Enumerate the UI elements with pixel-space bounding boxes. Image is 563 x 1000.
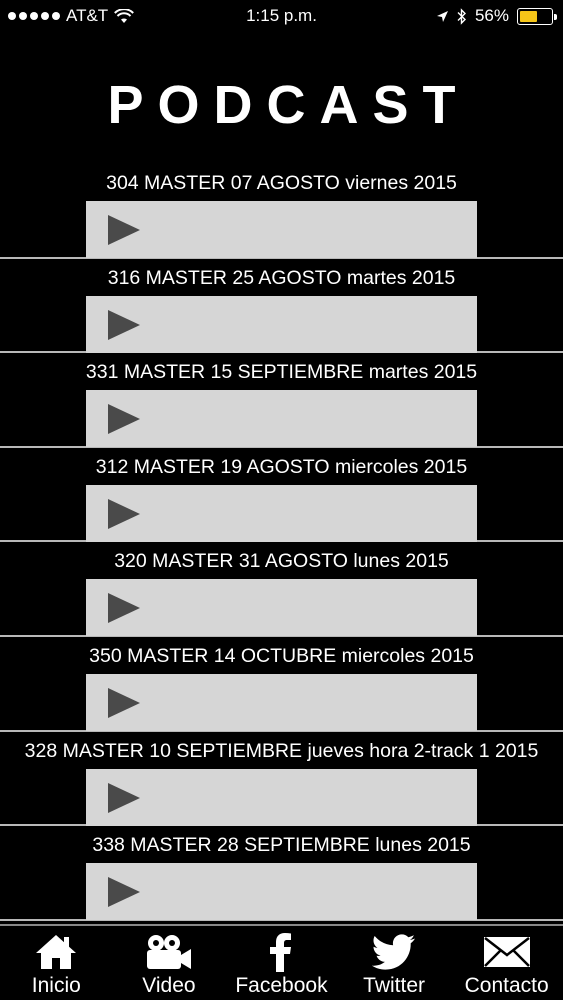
episode-item: 320 MASTER 31 AGOSTO lunes 2015 [0, 542, 563, 637]
episode-title: 338 MASTER 28 SEPTIEMBRE lunes 2015 [92, 834, 471, 857]
tab-contacto[interactable]: Contacto [450, 926, 563, 1000]
play-button[interactable] [108, 782, 140, 813]
video-camera-icon [146, 935, 191, 969]
play-button[interactable] [108, 877, 140, 908]
tab-label-inicio: Inicio [31, 974, 81, 997]
tab-label-video: Video [142, 974, 196, 997]
episode-item: 350 MASTER 14 OCTUBRE miercoles 2015 [0, 637, 563, 732]
tab-label-facebook: Facebook [235, 974, 328, 997]
episode-title: 331 MASTER 15 SEPTIEMBRE martes 2015 [85, 361, 478, 384]
twitter-bird-icon [372, 934, 416, 970]
tab-twitter[interactable]: Twitter [338, 926, 451, 1000]
battery-icon [517, 7, 557, 25]
episode-title: 304 MASTER 07 AGOSTO viernes 2015 [106, 172, 457, 194]
episode-item: 331 MASTER 15 SEPTIEMBRE martes 2015 [0, 353, 563, 448]
audio-player [86, 390, 477, 448]
play-button[interactable] [108, 498, 140, 529]
tab-bar: Inicio Video Facebook Twitter Contacto [0, 924, 563, 1000]
audio-player [86, 201, 477, 258]
audio-player [86, 768, 477, 826]
audio-player [86, 863, 477, 921]
audio-player [86, 295, 477, 353]
episode-item: 312 MASTER 19 AGOSTO miercoles 2015 [0, 448, 563, 543]
facebook-icon [270, 933, 292, 972]
episode-title: 312 MASTER 19 AGOSTO miercoles 2015 [95, 455, 468, 478]
envelope-icon [483, 937, 530, 967]
audio-player [86, 673, 477, 731]
tab-label-twitter: Twitter [363, 974, 425, 997]
tab-video[interactable]: Video [113, 926, 226, 1000]
episode-title: 316 MASTER 25 AGOSTO martes 2015 [107, 266, 456, 289]
episode-list: 304 MASTER 07 AGOSTO viernes 2015 316 MAS… [0, 164, 563, 921]
episode-item: 338 MASTER 28 SEPTIEMBRE lunes 2015 [0, 826, 563, 921]
status-bar: AT&T 1:15 p.m. 56% [0, 0, 563, 32]
play-button[interactable] [108, 215, 140, 245]
page-title: PODCAST [107, 75, 470, 135]
episode-title: 328 MASTER 10 SEPTIEMBRE jueves hora 2-t… [24, 739, 539, 762]
tab-label-contacto: Contacto [464, 974, 549, 997]
status-right: 56% [436, 6, 557, 26]
location-arrow-icon [436, 10, 448, 22]
play-button[interactable] [108, 404, 140, 435]
play-button[interactable] [108, 687, 140, 718]
home-icon [36, 935, 77, 969]
audio-player [86, 484, 477, 542]
battery-percent: 56% [474, 6, 509, 25]
episode-item: 328 MASTER 10 SEPTIEMBRE jueves hora 2-t… [0, 732, 563, 827]
episode-item: 316 MASTER 25 AGOSTO martes 2015 [0, 259, 563, 354]
episode-title: 320 MASTER 31 AGOSTO lunes 2015 [114, 550, 449, 573]
tab-inicio[interactable]: Inicio [0, 926, 113, 1000]
play-button[interactable] [108, 593, 140, 624]
episode-item: 304 MASTER 07 AGOSTO viernes 2015 [0, 164, 563, 259]
tab-facebook[interactable]: Facebook [225, 926, 338, 1000]
bluetooth-icon [457, 7, 466, 25]
episode-title: 350 MASTER 14 OCTUBRE miercoles 2015 [89, 644, 474, 667]
play-button[interactable] [108, 309, 140, 340]
audio-player [86, 579, 477, 637]
battery-level [520, 10, 537, 22]
